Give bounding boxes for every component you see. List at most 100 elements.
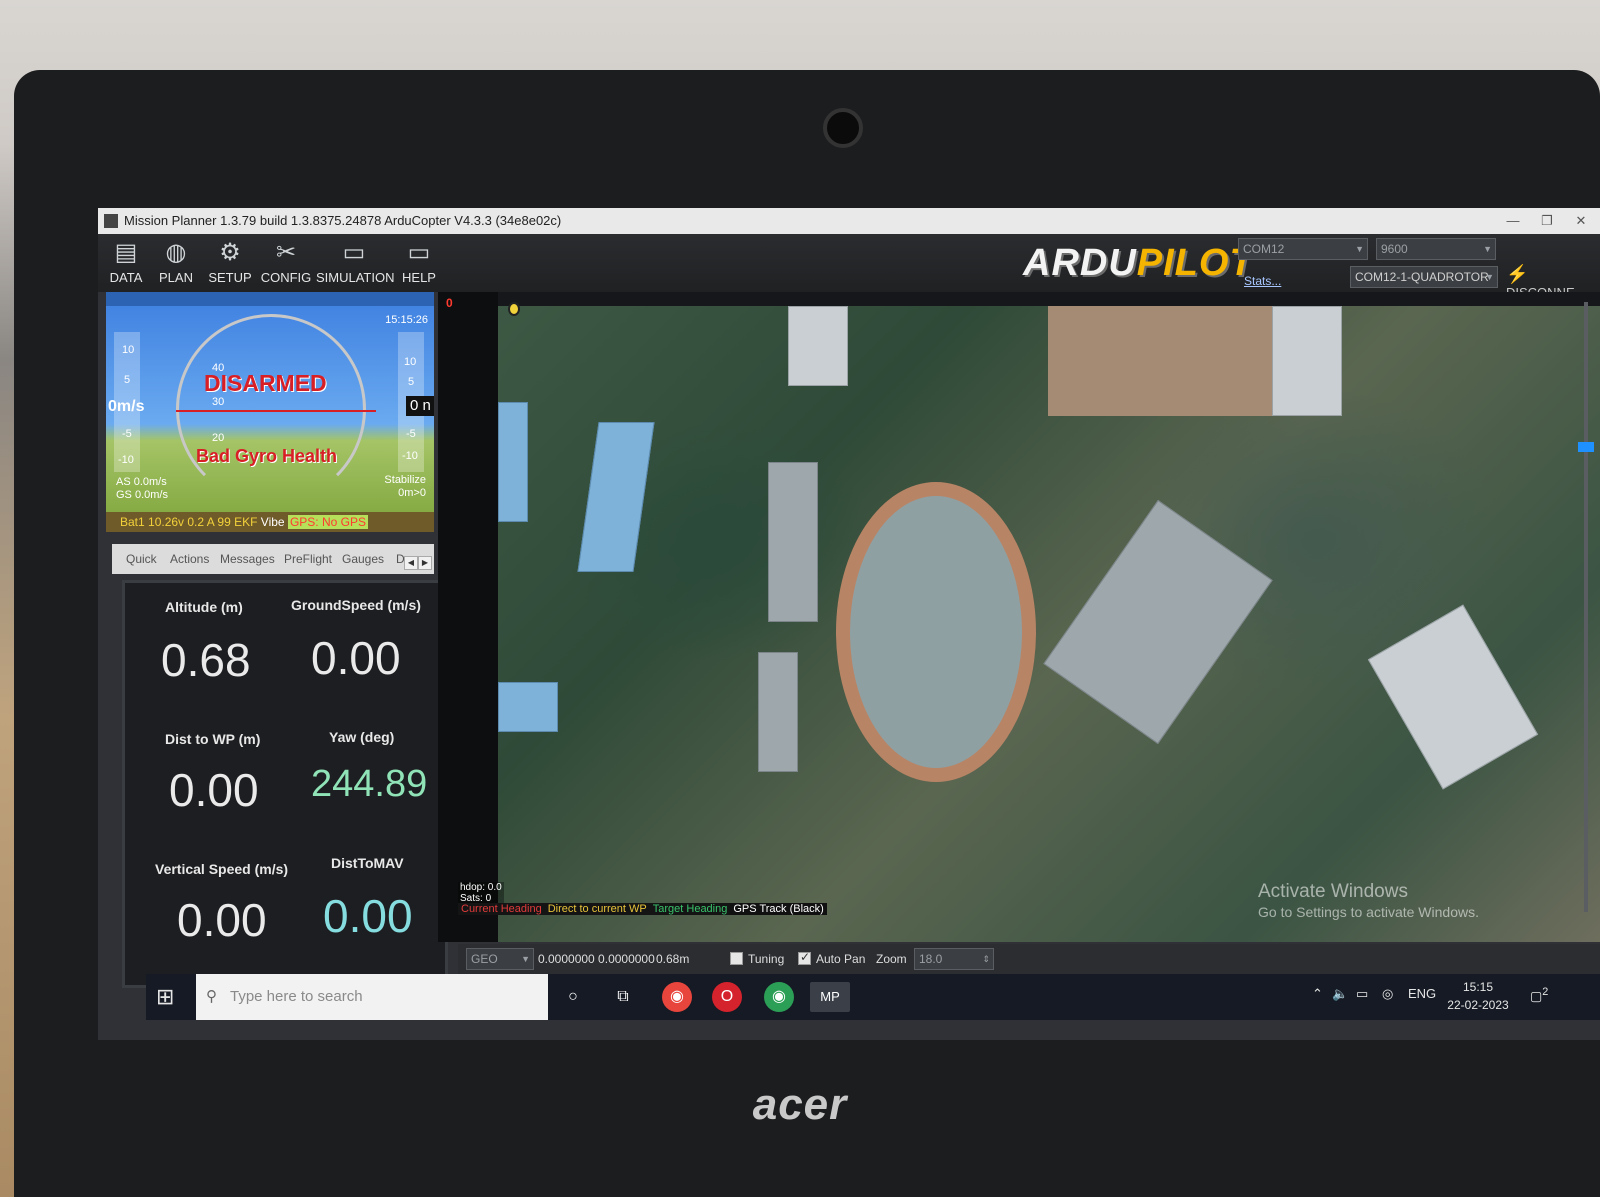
quick-panel: Altitude (m) 0.68 GroundSpeed (m/s) 0.00… bbox=[122, 580, 448, 988]
menu-plan[interactable]: ◍ PLAN bbox=[156, 238, 196, 290]
map-status-bar: GEO▼ 0.0000000 0.0000000 0.68m Tuning Au… bbox=[458, 944, 1600, 974]
zoom-slider-handle[interactable] bbox=[1578, 442, 1594, 452]
minimize-icon[interactable]: — bbox=[1496, 208, 1530, 234]
battery-icon[interactable]: ▭ bbox=[1356, 986, 1368, 1002]
horizon-line bbox=[176, 410, 376, 412]
menu-data[interactable]: ▤ DATA bbox=[106, 238, 146, 290]
mission-planner-taskbar-icon[interactable]: MP bbox=[810, 982, 850, 1012]
taskbar-clock[interactable]: 15:15 22-02-2023 bbox=[1442, 978, 1514, 1014]
map-building bbox=[1043, 499, 1273, 745]
map-left-strip bbox=[438, 292, 498, 942]
menu-config[interactable]: ✂ CONFIG bbox=[260, 238, 312, 290]
tab-scroll-right-icon[interactable]: ▶ bbox=[418, 556, 432, 570]
vehicle-select[interactable]: COM12-1-QUADROTOR ▼ bbox=[1350, 266, 1498, 288]
hud-time: 15:15:26 bbox=[385, 314, 428, 326]
heading-tape bbox=[106, 292, 434, 306]
app-icon bbox=[104, 214, 118, 228]
yaw-label: Yaw (deg) bbox=[329, 729, 395, 745]
hud-speed: 0m/s bbox=[108, 398, 145, 415]
map-building bbox=[1272, 306, 1342, 416]
altitude-value[interactable]: 0.68 bbox=[161, 633, 251, 687]
chrome-icon[interactable]: ◉ bbox=[662, 982, 692, 1012]
close-icon[interactable]: ✕ bbox=[1564, 208, 1598, 234]
drone-marker-icon[interactable] bbox=[508, 302, 520, 316]
search-icon: ⚲ bbox=[206, 988, 217, 1005]
armed-status: DISARMED bbox=[204, 370, 327, 396]
chrome-profile-icon[interactable]: ◉ bbox=[764, 982, 794, 1012]
windows-start-icon[interactable]: ⊞ bbox=[156, 984, 174, 1010]
photo-background: acer Mission Planner 1.3.79 build 1.3.83… bbox=[0, 0, 1600, 1197]
stepper-arrows-icon[interactable]: ⇕ bbox=[982, 949, 990, 969]
tab-preflight[interactable]: PreFlight bbox=[284, 552, 332, 566]
notification-icon[interactable]: ▢2 bbox=[1530, 986, 1548, 1004]
hud-airspeed: AS 0.0m/s GS 0.0m/s bbox=[116, 476, 168, 501]
hud-warning: Bad Gyro Health bbox=[196, 446, 338, 466]
menu-simulation[interactable]: ▭ SIMULATION bbox=[316, 238, 395, 290]
zoom-track[interactable] bbox=[1584, 302, 1588, 912]
laptop-brand-logo: acer bbox=[752, 1080, 848, 1129]
menu-setup[interactable]: ⚙ SETUP bbox=[206, 238, 254, 290]
volume-icon[interactable]: 🔈 bbox=[1332, 986, 1348, 1002]
tab-messages[interactable]: Messages bbox=[220, 552, 275, 566]
satellite-map[interactable]: 0 hdop: 0.0 Sats: 0 Current Heading Direc… bbox=[438, 292, 1600, 942]
yaw-value[interactable]: 244.89 bbox=[311, 763, 427, 806]
chevron-down-icon: ▼ bbox=[1483, 244, 1492, 254]
disttomav-value[interactable]: 0.00 bbox=[323, 889, 413, 943]
webcam bbox=[823, 108, 863, 148]
dist-to-wp-value[interactable]: 0.00 bbox=[169, 763, 259, 817]
flight-mode: Stabilize 0m>0 bbox=[384, 474, 426, 499]
disttomav-label: DistToMAV bbox=[331, 855, 404, 871]
legend-target-heading: Target Heading bbox=[649, 903, 731, 915]
auto-pan-checkbox[interactable] bbox=[798, 950, 811, 965]
vibe-status[interactable]: Vibe bbox=[261, 515, 285, 529]
cortana-icon[interactable]: ○ bbox=[558, 982, 588, 1012]
hud: 15:15:26 10 5 -5 -10 10 5 -5 -10 40 30 2… bbox=[106, 292, 434, 532]
groundspeed-label: GroundSpeed (m/s) bbox=[291, 597, 421, 613]
altitude-label: Altitude (m) bbox=[165, 599, 243, 615]
map-building bbox=[768, 462, 818, 622]
tab-quick[interactable]: Quick bbox=[126, 552, 157, 566]
map-open-ground bbox=[1048, 306, 1288, 416]
tab-scroll-left-icon[interactable]: ◀ bbox=[404, 556, 418, 570]
activate-windows-watermark: Activate Windows Go to Settings to activ… bbox=[1258, 881, 1479, 921]
vertical-speed-value[interactable]: 0.00 bbox=[177, 893, 267, 947]
zoom-label: Zoom bbox=[876, 952, 907, 966]
maximize-icon[interactable]: ❐ bbox=[1530, 208, 1564, 234]
monitor-icon: ▭ bbox=[342, 239, 366, 266]
zoom-stepper[interactable]: 18.0 ⇕ bbox=[914, 948, 994, 970]
stats-link[interactable]: Stats... bbox=[1244, 274, 1281, 288]
windows-taskbar: ⊞ ⚲ Type here to search ○ ⧉ ◉ O ◉ MP ⌃ 🔈… bbox=[146, 974, 1600, 1020]
taskbar-search-input[interactable]: ⚲ Type here to search bbox=[196, 974, 548, 1020]
chevron-down-icon: ▼ bbox=[1355, 244, 1364, 254]
plug-icon: ⚡ bbox=[1506, 264, 1529, 284]
pitch-mark: 30 bbox=[212, 396, 225, 408]
home-waypoint-marker[interactable]: 0 bbox=[446, 296, 453, 310]
tray-chevron-icon[interactable]: ⌃ bbox=[1312, 986, 1323, 1002]
baud-select[interactable]: 9600 ▼ bbox=[1376, 238, 1496, 260]
battery-status: Bat1 10.26v 0.2 A 99 bbox=[120, 515, 231, 529]
task-view-icon[interactable]: ⧉ bbox=[608, 982, 638, 1012]
wrench-icon: ✂ bbox=[275, 239, 297, 266]
ardupilot-logo: ARDUPILOT bbox=[1023, 242, 1254, 284]
opera-icon[interactable]: O bbox=[712, 982, 742, 1012]
tab-actions[interactable]: Actions bbox=[170, 552, 209, 566]
port-select[interactable]: COM12 ▼ bbox=[1238, 238, 1368, 260]
screen: Mission Planner 1.3.79 build 1.3.8375.24… bbox=[98, 208, 1600, 1040]
language-indicator[interactable]: ENG bbox=[1408, 986, 1436, 1001]
roll-indicator bbox=[176, 314, 366, 504]
legend-direct-wp: Direct to current WP bbox=[544, 903, 650, 915]
help-icon: ▭ bbox=[407, 239, 431, 266]
groundspeed-value[interactable]: 0.00 bbox=[311, 631, 401, 685]
ekf-status[interactable]: EKF bbox=[234, 515, 257, 529]
network-icon[interactable]: ◎ bbox=[1382, 986, 1393, 1002]
map-coordinates: 0.0000000 0.0000000 bbox=[538, 952, 655, 966]
gear-icon: ⚙ bbox=[219, 239, 241, 266]
auto-pan-label: Auto Pan bbox=[816, 952, 866, 966]
chevron-down-icon: ▼ bbox=[1485, 272, 1494, 282]
tuning-checkbox[interactable] bbox=[730, 952, 743, 965]
legend-gps-track: GPS Track (Black) bbox=[730, 903, 827, 915]
tab-gauges[interactable]: Gauges bbox=[342, 552, 384, 566]
menu-help[interactable]: ▭ HELP bbox=[398, 238, 440, 290]
map-top-strip bbox=[498, 292, 1600, 306]
coord-type-select[interactable]: GEO ▼ bbox=[466, 948, 534, 970]
